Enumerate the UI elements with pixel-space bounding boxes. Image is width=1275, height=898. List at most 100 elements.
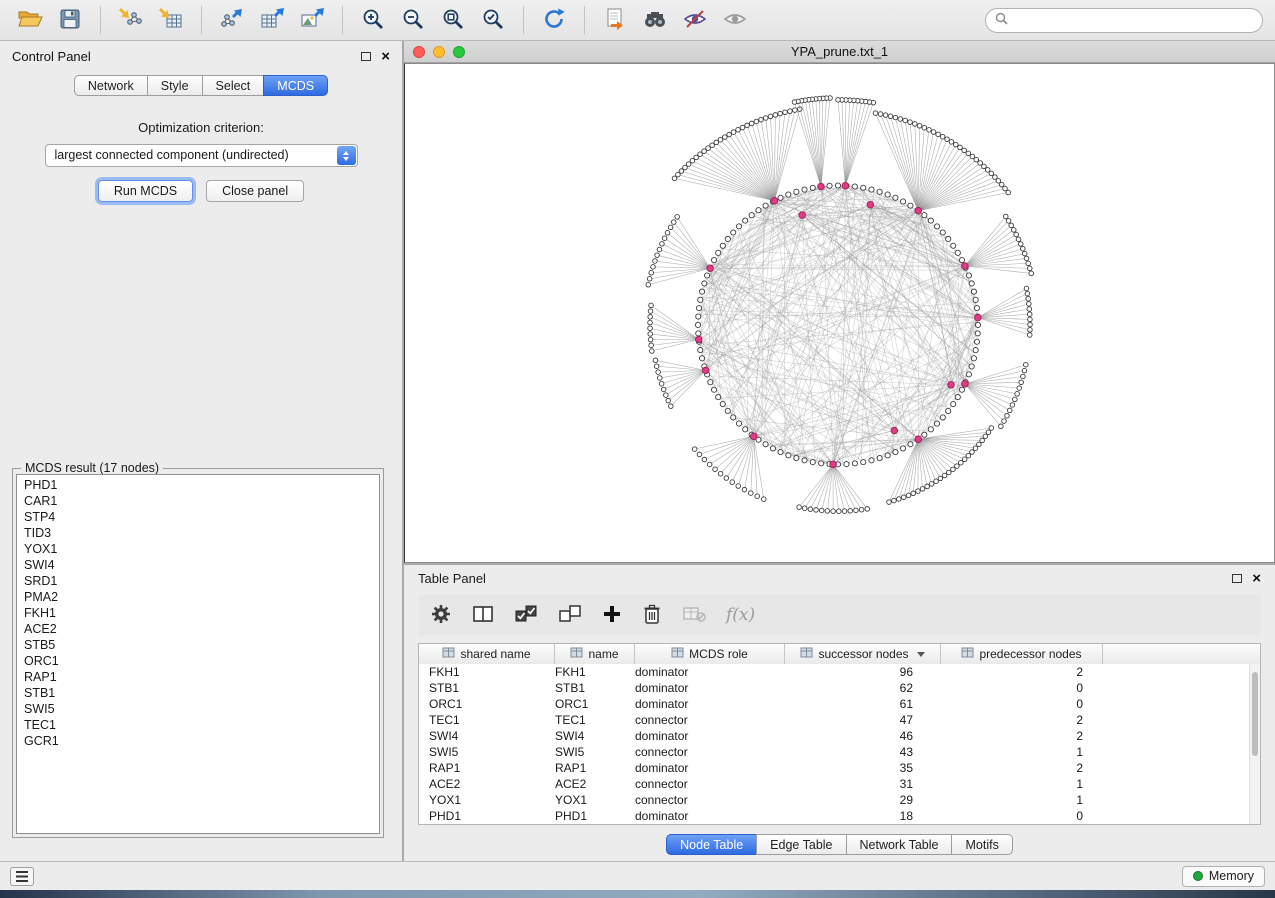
cell-mcds-role[interactable]: connector [635, 776, 785, 792]
column-header-mcds-role[interactable]: MCDS role [635, 644, 785, 664]
mcds-result-list[interactable]: PHD1CAR1STP4TID3YOX1SWI4SRD1PMA2FKH1ACE2… [16, 474, 380, 834]
cell-predecessor-nodes[interactable]: 1 [941, 776, 1103, 792]
mcds-result-item[interactable]: CAR1 [17, 493, 379, 509]
column-header-shared-name[interactable]: shared name [419, 644, 555, 664]
cell-predecessor-nodes[interactable]: 1 [941, 792, 1103, 808]
hide-details-button[interactable] [677, 4, 713, 36]
close-panel-button[interactable]: Close panel [206, 180, 304, 202]
cell-predecessor-nodes[interactable]: 0 [941, 680, 1103, 696]
cell-name[interactable]: TEC1 [555, 712, 635, 728]
delete-column-button[interactable] [642, 603, 662, 628]
table-row[interactable]: ORC1ORC1dominator610 [419, 696, 1249, 712]
cell-predecessor-nodes[interactable]: 2 [941, 760, 1103, 776]
cell-successor-nodes[interactable]: 31 [785, 776, 941, 792]
cell-predecessor-nodes[interactable]: 0 [941, 808, 1103, 824]
deselect-all-rows-button[interactable] [558, 604, 582, 627]
cell-successor-nodes[interactable]: 61 [785, 696, 941, 712]
tab-motifs[interactable]: Motifs [951, 834, 1012, 855]
add-column-button[interactable] [602, 604, 622, 627]
table-row[interactable]: PHD1PHD1dominator180 [419, 808, 1249, 824]
cell-shared-name[interactable]: RAP1 [419, 760, 555, 776]
cell-shared-name[interactable]: TEC1 [419, 712, 555, 728]
search-input[interactable] [1014, 13, 1253, 27]
import-table-button[interactable] [153, 4, 189, 36]
zoom-fit-button[interactable] [435, 4, 471, 36]
export-table-button[interactable] [254, 4, 290, 36]
save-session-button[interactable] [52, 4, 88, 36]
criterion-dropdown[interactable]: largest connected component (undirected) [45, 144, 358, 167]
tab-network-table[interactable]: Network Table [846, 834, 953, 855]
cell-successor-nodes[interactable]: 29 [785, 792, 941, 808]
mcds-result-item[interactable]: FKH1 [17, 605, 379, 621]
tab-network[interactable]: Network [74, 75, 148, 96]
maximize-window-icon[interactable] [453, 46, 465, 58]
cell-name[interactable]: SWI4 [555, 728, 635, 744]
copy-network-button[interactable] [597, 4, 633, 36]
cell-name[interactable]: YOX1 [555, 792, 635, 808]
cell-successor-nodes[interactable]: 62 [785, 680, 941, 696]
table-row[interactable]: SWI5SWI5connector431 [419, 744, 1249, 760]
cell-shared-name[interactable]: ORC1 [419, 696, 555, 712]
cell-mcds-role[interactable]: connector [635, 792, 785, 808]
mcds-result-item[interactable]: GCR1 [17, 733, 379, 749]
export-image-button[interactable] [294, 4, 330, 36]
memory-button[interactable]: Memory [1182, 866, 1265, 887]
zoom-selected-button[interactable] [475, 4, 511, 36]
table-settings-button[interactable] [430, 603, 452, 628]
cell-mcds-role[interactable]: dominator [635, 728, 785, 744]
table-row[interactable]: RAP1RAP1dominator352 [419, 760, 1249, 776]
mcds-result-item[interactable]: STB5 [17, 637, 379, 653]
search-network-button[interactable] [637, 4, 673, 36]
cell-successor-nodes[interactable]: 35 [785, 760, 941, 776]
tab-select[interactable]: Select [202, 75, 265, 96]
cell-shared-name[interactable]: STB1 [419, 680, 555, 696]
close-panel-icon[interactable]: × [381, 49, 390, 64]
cell-mcds-role[interactable]: dominator [635, 680, 785, 696]
cell-predecessor-nodes[interactable]: 0 [941, 696, 1103, 712]
table-row[interactable]: TEC1TEC1connector472 [419, 712, 1249, 728]
table-row[interactable]: YOX1YOX1connector291 [419, 792, 1249, 808]
table-scrollbar[interactable] [1249, 664, 1260, 824]
float-table-panel-icon[interactable] [1232, 574, 1242, 583]
mcds-result-item[interactable]: PHD1 [17, 477, 379, 493]
zoom-in-button[interactable] [355, 4, 391, 36]
cell-name[interactable]: PHD1 [555, 808, 635, 824]
open-network-button[interactable] [12, 4, 48, 36]
cell-name[interactable]: FKH1 [555, 664, 635, 680]
mcds-result-item[interactable]: SRD1 [17, 573, 379, 589]
select-all-rows-button[interactable] [514, 604, 538, 627]
cell-mcds-role[interactable]: dominator [635, 808, 785, 824]
cell-shared-name[interactable]: SWI5 [419, 744, 555, 760]
cell-shared-name[interactable]: ACE2 [419, 776, 555, 792]
table-row[interactable]: STB1STB1dominator620 [419, 680, 1249, 696]
cell-predecessor-nodes[interactable]: 2 [941, 728, 1103, 744]
refresh-button[interactable] [536, 4, 572, 36]
scrollbar-thumb[interactable] [1252, 672, 1258, 756]
cell-shared-name[interactable]: FKH1 [419, 664, 555, 680]
network-canvas[interactable] [404, 63, 1275, 563]
tab-mcds[interactable]: MCDS [263, 75, 328, 96]
import-network-button[interactable] [113, 4, 149, 36]
cell-name[interactable]: STB1 [555, 680, 635, 696]
mcds-result-item[interactable]: ACE2 [17, 621, 379, 637]
mcds-result-item[interactable]: TEC1 [17, 717, 379, 733]
mcds-result-item[interactable]: ORC1 [17, 653, 379, 669]
cell-successor-nodes[interactable]: 43 [785, 744, 941, 760]
cell-mcds-role[interactable]: connector [635, 712, 785, 728]
cell-mcds-role[interactable]: dominator [635, 664, 785, 680]
cell-predecessor-nodes[interactable]: 1 [941, 744, 1103, 760]
mcds-result-item[interactable]: STP4 [17, 509, 379, 525]
cell-name[interactable]: SWI5 [555, 744, 635, 760]
cell-name[interactable]: RAP1 [555, 760, 635, 776]
zoom-out-button[interactable] [395, 4, 431, 36]
run-mcds-button[interactable]: Run MCDS [98, 180, 193, 202]
table-row[interactable]: ACE2ACE2connector311 [419, 776, 1249, 792]
cell-mcds-role[interactable]: connector [635, 744, 785, 760]
cell-predecessor-nodes[interactable]: 2 [941, 712, 1103, 728]
column-header-successor-nodes[interactable]: successor nodes [785, 644, 941, 664]
tab-node-table[interactable]: Node Table [666, 834, 757, 855]
mcds-result-item[interactable]: PMA2 [17, 589, 379, 605]
mcds-result-item[interactable]: SWI4 [17, 557, 379, 573]
cell-successor-nodes[interactable]: 47 [785, 712, 941, 728]
cell-shared-name[interactable]: PHD1 [419, 808, 555, 824]
